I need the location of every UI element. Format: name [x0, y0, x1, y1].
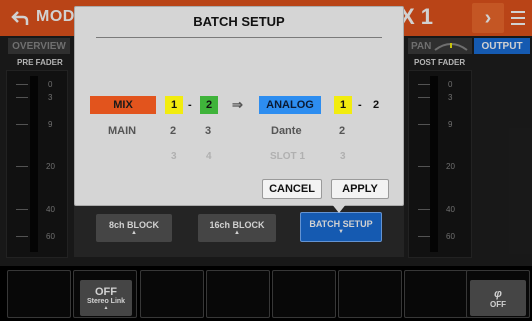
source-from-option-3[interactable]: 3 [171, 151, 177, 162]
bottom-cell-5[interactable] [272, 270, 336, 318]
tab-pan[interactable]: PAN [408, 38, 472, 54]
bottom-cell-1[interactable] [7, 270, 71, 318]
source-to-button[interactable]: 2 [200, 96, 218, 114]
back-button[interactable] [6, 5, 34, 31]
phase-icon: φ [494, 287, 502, 300]
pre-tick-40: 40 [46, 205, 55, 214]
stereo-link-label: Stereo Link [86, 297, 126, 305]
8ch-block-label: 8ch BLOCK [108, 220, 159, 230]
triangle-down-icon: ▼ [338, 229, 344, 235]
next-button[interactable]: › [472, 3, 504, 33]
phase-state: OFF [490, 299, 506, 309]
bottom-cell-7[interactable] [404, 270, 468, 318]
stereo-link-button[interactable]: OFF Stereo Link ▲ [80, 280, 132, 316]
triangle-up-icon: ▲ [234, 230, 240, 236]
pan-knob-icon [434, 43, 468, 51]
source-option-main[interactable]: MAIN [108, 125, 136, 137]
16ch-block-button[interactable]: 16ch BLOCK ▲ [198, 214, 276, 242]
pan-label: PAN [411, 40, 432, 52]
pre-tick-9: 9 [48, 120, 53, 129]
pre-tick-20: 20 [46, 162, 55, 171]
post-fader-label: POST FADER [414, 58, 466, 67]
8ch-block-button[interactable]: 8ch BLOCK ▲ [96, 214, 172, 242]
cancel-button[interactable]: CANCEL [262, 179, 322, 199]
pre-tick-0: 0 [48, 80, 53, 89]
apply-button[interactable]: APPLY [331, 179, 389, 199]
source-to-option-3[interactable]: 3 [205, 125, 211, 137]
post-tick-40: 40 [446, 205, 455, 214]
post-tick-60: 60 [446, 232, 455, 241]
pre-fader-label: PRE FADER [17, 58, 63, 67]
tab-overview[interactable]: OVERVIEW [8, 38, 70, 54]
back-arrow-icon [11, 11, 29, 25]
phase-button[interactable]: φ OFF [470, 280, 526, 316]
arrow-right-icon: ⇒ [232, 97, 243, 112]
batch-setup-label: BATCH SETUP [309, 219, 373, 229]
output-title: X 1 [400, 4, 434, 29]
pre-fader-slot[interactable] [30, 76, 38, 252]
stereo-link-state: OFF [95, 285, 117, 298]
source-from-option-2[interactable]: 2 [170, 125, 176, 137]
triangle-up-icon: ▲ [131, 230, 137, 236]
dest-option-slot1[interactable]: SLOT 1 [270, 151, 305, 162]
dialog-divider [96, 37, 382, 38]
tab-output[interactable]: OUTPUT [474, 38, 530, 54]
post-tick-20: 20 [446, 162, 455, 171]
dest-from-button[interactable]: 1 [334, 96, 352, 114]
source-dash: - [188, 99, 192, 111]
dest-option-dante[interactable]: Dante [271, 125, 302, 137]
dialog-pointer [331, 203, 347, 213]
dialog-title: BATCH SETUP [193, 14, 285, 29]
dest-from-option-3[interactable]: 3 [340, 151, 346, 162]
triangle-up-icon: ▲ [103, 304, 109, 311]
source-from-button[interactable]: 1 [165, 96, 183, 114]
post-tick-0: 0 [448, 80, 453, 89]
post-tick-9: 9 [448, 120, 453, 129]
source-type-button[interactable]: MIX [90, 96, 156, 114]
16ch-block-label: 16ch BLOCK [209, 220, 265, 230]
post-fader-panel [408, 70, 472, 258]
bottom-cell-4[interactable] [206, 270, 270, 318]
source-to-option-4[interactable]: 4 [206, 151, 212, 162]
bottom-cell-3[interactable] [140, 270, 204, 318]
menu-icon[interactable] [508, 5, 528, 31]
chevron-right-icon: › [484, 6, 492, 29]
batch-setup-button[interactable]: BATCH SETUP ▼ [300, 212, 382, 242]
post-fader-slot[interactable] [430, 76, 438, 252]
dest-to-value: 2 [373, 99, 380, 111]
pre-tick-3: 3 [48, 93, 53, 102]
dest-type-button[interactable]: ANALOG [259, 96, 321, 114]
dest-from-option-2[interactable]: 2 [339, 125, 345, 137]
dest-dash: - [358, 99, 362, 111]
bottom-cell-6[interactable] [338, 270, 402, 318]
pre-tick-60: 60 [46, 232, 55, 241]
post-tick-3: 3 [448, 93, 453, 102]
